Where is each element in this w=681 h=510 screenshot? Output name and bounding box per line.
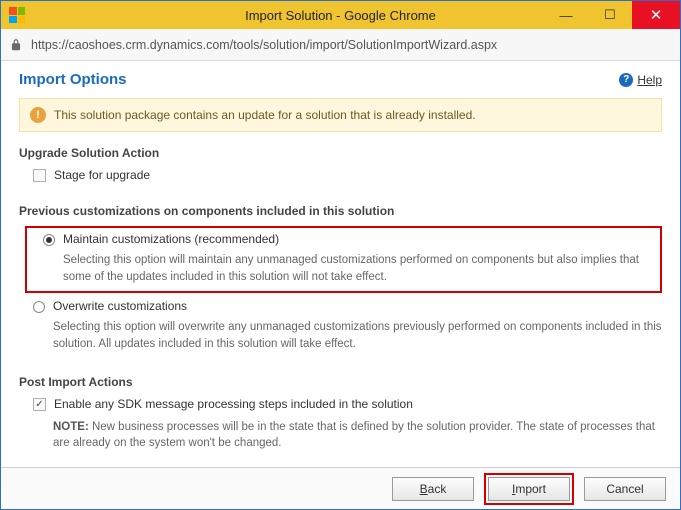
import-button[interactable]: Import — [488, 477, 570, 501]
banner-text: This solution package contains an update… — [54, 108, 476, 122]
titlebar: Import Solution - Google Chrome ― ☐ ✕ — [1, 1, 680, 29]
upgrade-section-title: Upgrade Solution Action — [19, 146, 662, 160]
page-heading: Import Options — [19, 71, 127, 88]
address-bar: https://caoshoes.crm.dynamics.com/tools/… — [1, 29, 680, 61]
maintain-customizations-label: Maintain customizations (recommended) — [63, 232, 279, 246]
warning-icon: ! — [30, 107, 46, 123]
cancel-button[interactable]: Cancel — [584, 477, 666, 501]
maintain-customizations-radio[interactable] — [43, 234, 55, 246]
minimize-button[interactable]: ― — [544, 1, 588, 29]
help-link[interactable]: ? Help — [619, 73, 662, 87]
maintain-highlight-box: Maintain customizations (recommended) Se… — [25, 226, 662, 293]
maintain-customizations-desc: Selecting this option will maintain any … — [63, 252, 654, 285]
close-button[interactable]: ✕ — [632, 1, 680, 29]
help-label: Help — [637, 73, 662, 87]
enable-sdk-checkbox[interactable] — [33, 398, 46, 411]
lock-icon — [9, 38, 23, 52]
maximize-button[interactable]: ☐ — [588, 1, 632, 29]
info-banner: ! This solution package contains an upda… — [19, 98, 662, 132]
import-highlight-box: Import — [484, 473, 574, 505]
customizations-section-title: Previous customizations on components in… — [19, 204, 662, 218]
help-icon: ? — [619, 73, 633, 87]
stage-for-upgrade-checkbox[interactable] — [33, 169, 46, 182]
window-controls: ― ☐ ✕ — [544, 1, 680, 29]
browser-window: Import Solution - Google Chrome ― ☐ ✕ ht… — [0, 0, 681, 510]
note-prefix: NOTE: — [53, 421, 89, 433]
post-import-section-title: Post Import Actions — [19, 375, 662, 389]
enable-sdk-label: Enable any SDK message processing steps … — [54, 397, 413, 411]
url-text[interactable]: https://caoshoes.crm.dynamics.com/tools/… — [31, 38, 672, 52]
note-text: New business processes will be in the st… — [53, 421, 655, 450]
overwrite-customizations-radio[interactable] — [33, 301, 45, 313]
overwrite-customizations-label: Overwrite customizations — [53, 299, 187, 313]
back-button[interactable]: Back — [392, 477, 474, 501]
overwrite-customizations-desc: Selecting this option will overwrite any… — [53, 319, 662, 352]
page-content: Import Options ? Help ! This solution pa… — [1, 61, 680, 467]
stage-for-upgrade-label: Stage for upgrade — [54, 168, 150, 182]
button-bar: Back Import Cancel — [1, 467, 680, 509]
post-import-note: NOTE: New business processes will be in … — [53, 419, 662, 452]
